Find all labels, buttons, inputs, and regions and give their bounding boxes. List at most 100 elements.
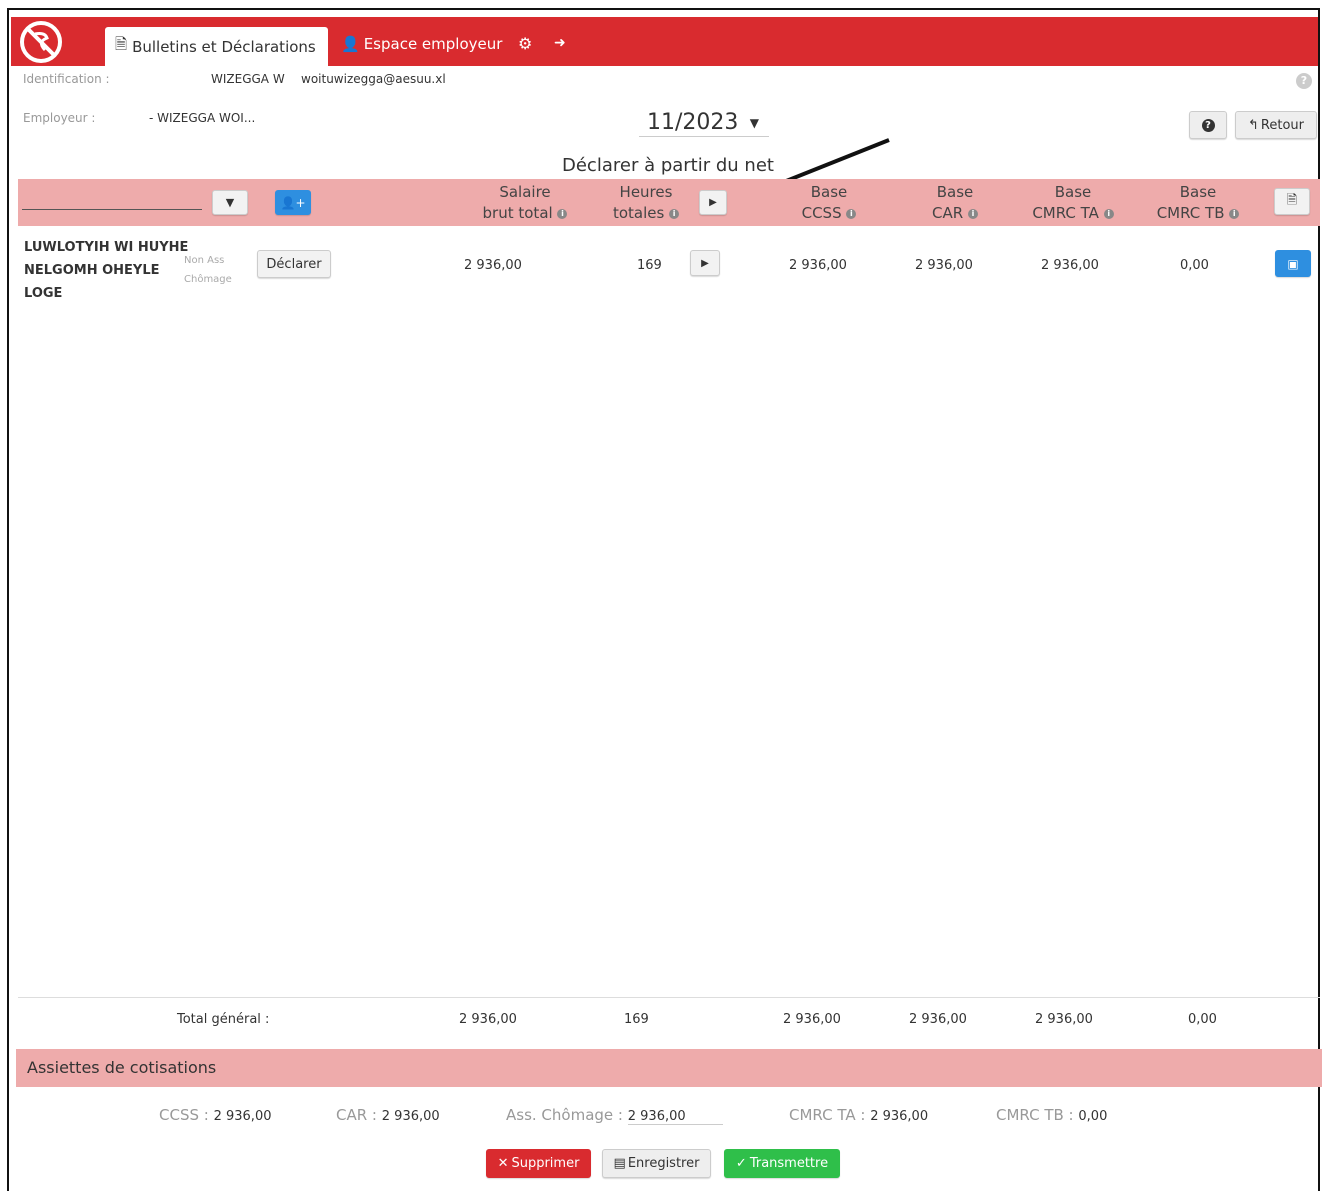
cell-base-cmrc-ta: 2 936,00: [1041, 258, 1099, 273]
tab-label: Bulletins et Déclarations: [132, 37, 316, 56]
column-header-line1: Base: [1179, 183, 1217, 201]
assiette-car: CAR : 2 936,00: [336, 1106, 440, 1124]
ass-chomage-input[interactable]: 2 936,00: [627, 1106, 723, 1125]
document-icon: 🗎: [115, 35, 128, 53]
column-header-line1: Base: [936, 183, 974, 201]
declarer-button[interactable]: Déclarer: [257, 250, 331, 278]
top-navbar: 🗎 Bulletins et Déclarations 👤 Espace emp…: [11, 17, 1318, 66]
column-header-cmrc-ta: Base CMRC TA i: [1023, 182, 1123, 224]
total-label: Total général :: [177, 1012, 270, 1027]
assiette-label: CMRC TA :: [789, 1106, 866, 1124]
info-icon[interactable]: i: [669, 208, 680, 219]
cell-salaire: 2 936,00: [464, 258, 522, 273]
gear-icon[interactable]: ⚙: [518, 34, 532, 53]
employeur-value: - WIZEGGA WOI...: [149, 111, 256, 125]
employee-name: LUWLOTYIH WI HUYHE NELGOMH OHEYLE LOGE: [24, 236, 194, 305]
save-icon: ▤: [613, 1156, 626, 1171]
assiette-ass-chomage: Ass. Chômage : 2 936,00: [506, 1106, 723, 1125]
sign-out-icon[interactable]: ➜: [554, 35, 566, 51]
column-header-line2: totales: [612, 204, 665, 222]
assiette-value: 2 936,00: [381, 1109, 440, 1124]
transmettre-button[interactable]: ✓ Transmettre: [724, 1149, 840, 1178]
table-header: ▼ 👤+ Salaire brut total i Heures totales…: [18, 179, 1320, 226]
employee-name-line: LOGE: [24, 286, 63, 301]
total-base-cmrc-tb: 0,00: [1188, 1012, 1217, 1027]
expand-columns-button[interactable]: ▶: [699, 190, 727, 215]
assiette-ccss: CCSS : 2 936,00: [159, 1106, 271, 1124]
assiette-value: 2 936,00: [213, 1109, 272, 1124]
enregistrer-label: Enregistrer: [627, 1156, 700, 1171]
file-icon: 🗎: [1286, 192, 1298, 208]
tab-bulletins-declarations[interactable]: 🗎 Bulletins et Déclarations: [105, 27, 328, 66]
cell-base-ccss: 2 936,00: [789, 258, 847, 273]
retour-button[interactable]: ↰ Retour: [1235, 111, 1317, 139]
cell-base-cmrc-tb: 0,00: [1180, 258, 1209, 273]
total-base-ccss: 2 936,00: [783, 1012, 841, 1027]
column-header-ccss: Base CCSS i: [784, 182, 874, 224]
tab-espace-employeur[interactable]: 👤 Espace employeur: [341, 35, 502, 53]
check-icon: ✓: [735, 1156, 747, 1171]
info-icon[interactable]: i: [557, 208, 568, 219]
assiette-cmrc-ta: CMRC TA : 2 936,00: [789, 1106, 928, 1124]
employee-name-line: NELGOMH OHEYLE: [24, 263, 160, 278]
employee-status-line: Non Ass: [184, 255, 225, 266]
identification-name: WIZEGGA W: [211, 72, 285, 86]
reply-icon: ↰: [1248, 117, 1259, 133]
close-icon: ✕: [497, 1156, 509, 1171]
assiette-label: CAR :: [336, 1106, 377, 1124]
column-header-line1: Base: [1054, 183, 1092, 201]
period-value: 11/2023: [647, 110, 739, 135]
total-base-cmrc-ta: 2 936,00: [1035, 1012, 1093, 1027]
declarer-label: Déclarer: [266, 256, 322, 272]
user-icon: 👤: [341, 35, 360, 53]
column-header-line1: Heures: [619, 183, 673, 201]
assiette-value: 2 936,00: [870, 1109, 929, 1124]
cell-heures: 169: [637, 258, 662, 273]
supprimer-label: Supprimer: [511, 1156, 580, 1171]
info-icon[interactable]: i: [967, 208, 978, 219]
employee-status: Non Ass Chômage: [184, 251, 232, 289]
assiettes-header: Assiettes de cotisations: [16, 1049, 1322, 1087]
app-frame: 🗎 Bulletins et Déclarations 👤 Espace emp…: [7, 8, 1322, 1191]
total-salaire: 2 936,00: [459, 1012, 517, 1027]
caret-right-icon: ▶: [701, 257, 709, 269]
total-base-car: 2 936,00: [909, 1012, 967, 1027]
supprimer-button[interactable]: ✕ Supprimer: [486, 1149, 591, 1178]
employeur-label: Employeur :: [23, 111, 96, 125]
export-document-button[interactable]: 🗎: [1274, 188, 1310, 215]
column-header-line1: Base: [810, 183, 848, 201]
help-button[interactable]: ?: [1189, 111, 1227, 139]
cell-base-car: 2 936,00: [915, 258, 973, 273]
employee-name-line: LUWLOTYIH WI HUYHE: [24, 240, 189, 255]
enregistrer-button[interactable]: ▤ Enregistrer: [602, 1149, 711, 1178]
search-input[interactable]: [22, 209, 202, 210]
column-header-line2: CCSS: [801, 204, 842, 222]
assiette-label: CCSS :: [159, 1106, 209, 1124]
calendar-plus-icon: ▣: [1287, 256, 1299, 271]
caret-down-icon: ▼: [749, 116, 759, 130]
filter-icon: ▼: [225, 196, 235, 209]
total-divider: [18, 997, 1320, 998]
info-icon[interactable]: i: [846, 208, 857, 219]
column-header-cmrc-tb: Base CMRC TB i: [1148, 182, 1248, 224]
column-header-car: Base CAR i: [910, 182, 1000, 224]
info-icon[interactable]: i: [1229, 208, 1240, 219]
app-logo[interactable]: [19, 20, 63, 64]
tab-label: Espace employeur: [363, 35, 503, 53]
assiette-label: Ass. Chômage :: [506, 1106, 623, 1124]
retour-label: Retour: [1260, 117, 1304, 133]
total-heures: 169: [624, 1012, 649, 1027]
info-icon[interactable]: i: [1103, 208, 1114, 219]
period-select[interactable]: 11/2023 ▼: [639, 109, 769, 137]
assiette-value: 0,00: [1078, 1109, 1108, 1124]
column-header-line2: CAR: [932, 204, 964, 222]
assiette-label: CMRC TB :: [996, 1106, 1074, 1124]
column-header-salaire: Salaire brut total i: [470, 182, 580, 224]
identification-label: Identification :: [23, 72, 110, 86]
question-circle-icon[interactable]: ?: [1296, 73, 1312, 89]
add-user-button[interactable]: 👤+: [275, 190, 311, 215]
filter-button[interactable]: ▼: [212, 190, 248, 215]
calendar-button[interactable]: ▣: [1275, 250, 1311, 277]
column-header-line1: Salaire: [499, 183, 551, 201]
row-expand-button[interactable]: ▶: [690, 250, 720, 276]
